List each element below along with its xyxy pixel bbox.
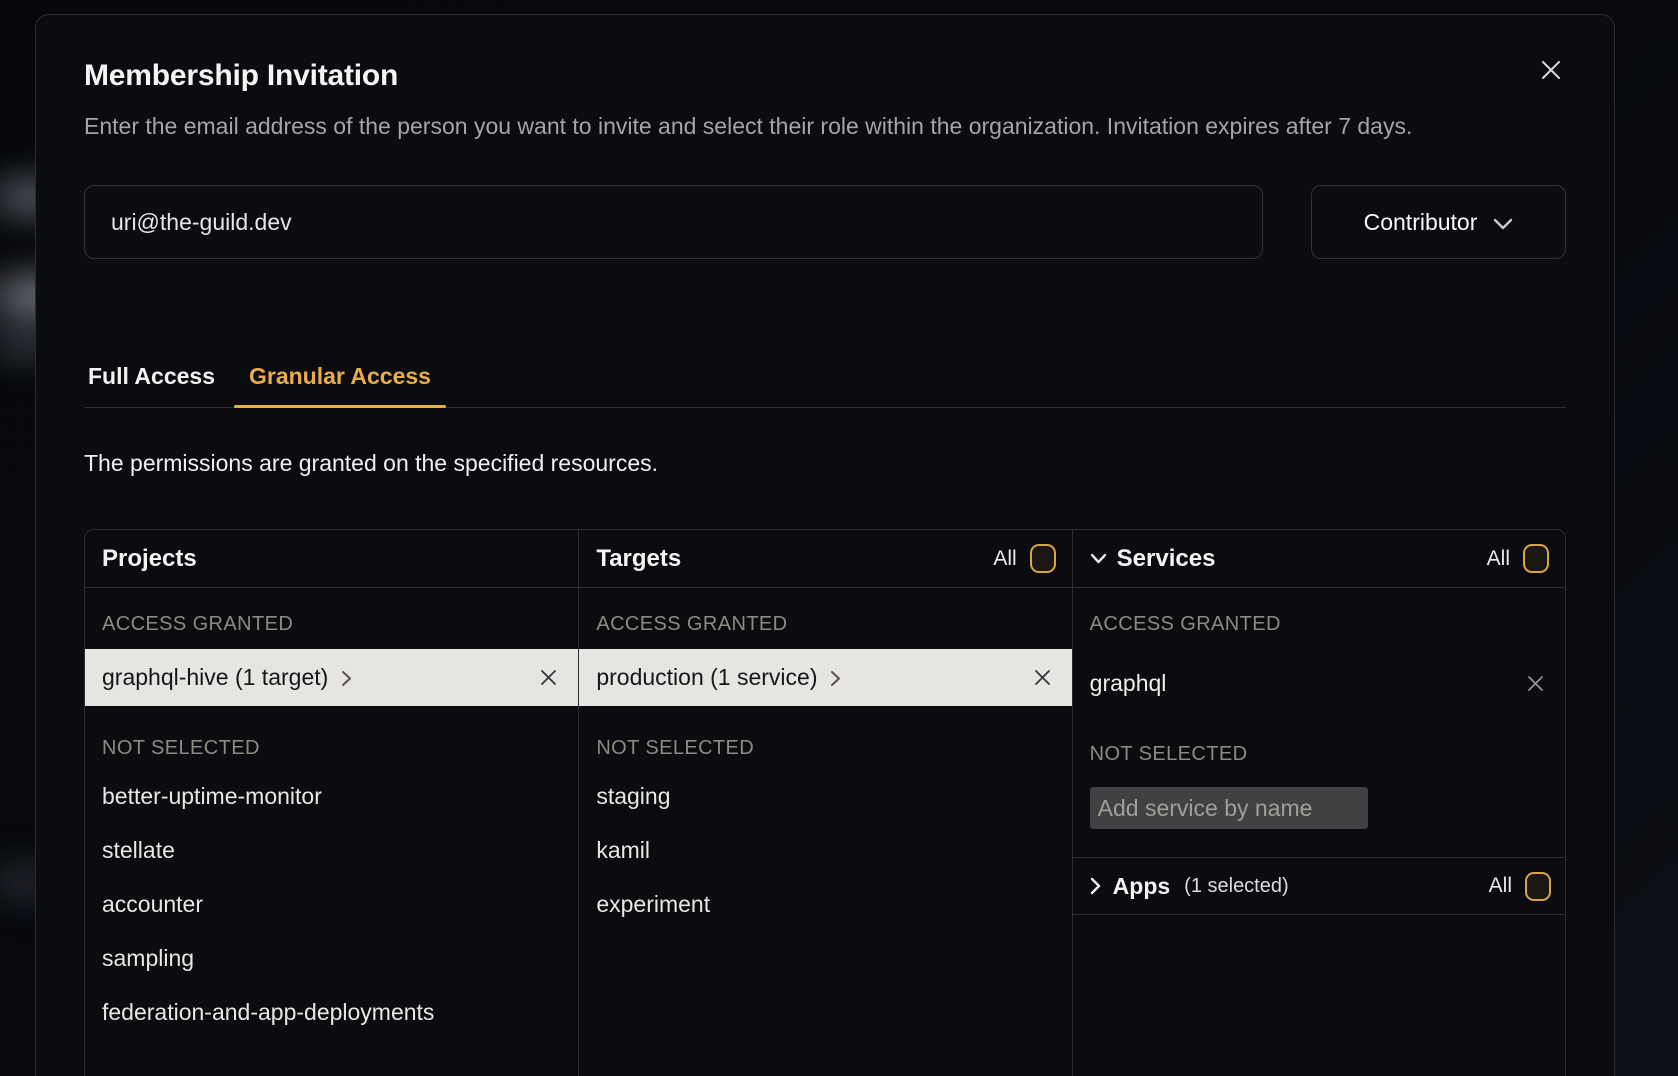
chevron-down-icon — [1493, 218, 1513, 230]
apps-expand-row[interactable]: Apps (1 selected) All — [1073, 857, 1565, 915]
membership-invitation-dialog: Membership Invitation Enter the email ad… — [35, 14, 1615, 1076]
resources-table-body: ACCESS GRANTED graphql-hive (1 target) — [85, 588, 1565, 1076]
apps-all-label: All — [1489, 874, 1512, 898]
service-granted-row[interactable]: graphql — [1073, 655, 1565, 712]
project-item[interactable]: accounter — [85, 877, 578, 931]
service-granted-name: graphql — [1090, 670, 1167, 697]
access-tabs: Full Access Granular Access — [84, 363, 1566, 408]
permissions-note: The permissions are granted on the speci… — [84, 450, 1566, 477]
invite-form-row: Contributor — [84, 185, 1566, 259]
services-all-label: All — [1487, 547, 1510, 571]
apps-all-checkbox[interactable] — [1525, 872, 1551, 901]
target-granted-name: production (1 service) — [596, 664, 817, 691]
chevron-right-icon — [1090, 877, 1101, 895]
dialog-title: Membership Invitation — [84, 59, 1566, 93]
remove-target-button[interactable] — [1031, 666, 1054, 689]
project-granted-name: graphql-hive (1 target) — [102, 664, 328, 691]
role-select[interactable]: Contributor — [1311, 185, 1566, 259]
chevron-right-icon — [341, 670, 352, 687]
apps-title: Apps — [1113, 873, 1171, 900]
project-item[interactable]: stellate — [85, 823, 578, 877]
resources-table-header: Projects Targets All Services All — [85, 530, 1565, 588]
remove-icon — [1526, 674, 1545, 693]
services-not-selected-label: NOT SELECTED — [1073, 743, 1565, 766]
close-button[interactable] — [1534, 53, 1568, 87]
projects-column: ACCESS GRANTED graphql-hive (1 target) — [85, 588, 578, 1076]
project-item[interactable]: federation-and-app-deployments — [85, 985, 578, 1039]
remove-project-button[interactable] — [537, 666, 560, 689]
targets-column: ACCESS GRANTED production (1 service) — [578, 588, 1071, 1076]
projects-not-selected-label: NOT SELECTED — [85, 737, 578, 760]
services-column: ACCESS GRANTED graphql NOT SELECTED — [1072, 588, 1565, 1076]
targets-header: Targets All — [578, 530, 1071, 587]
apps-selected-count: (1 selected) — [1184, 875, 1289, 898]
services-title: Services — [1117, 545, 1216, 573]
target-item[interactable]: staging — [579, 769, 1071, 823]
services-header[interactable]: Services All — [1072, 530, 1565, 587]
projects-access-granted-label: ACCESS GRANTED — [85, 613, 578, 636]
project-item[interactable]: sampling — [85, 931, 578, 985]
target-item[interactable]: experiment — [579, 877, 1071, 931]
projects-title: Projects — [102, 545, 197, 573]
remove-service-button[interactable] — [1524, 672, 1547, 695]
target-granted-row[interactable]: production (1 service) — [579, 649, 1071, 706]
tab-granular-access[interactable]: Granular Access — [234, 363, 446, 407]
targets-all-checkbox[interactable] — [1030, 544, 1056, 573]
tab-full-access[interactable]: Full Access — [84, 363, 230, 407]
remove-icon — [539, 668, 558, 687]
remove-icon — [1033, 668, 1052, 687]
project-item[interactable]: better-uptime-monitor — [85, 769, 578, 823]
close-icon — [1538, 57, 1564, 83]
resources-table: Projects Targets All Services All — [84, 529, 1566, 1076]
targets-not-selected-label: NOT SELECTED — [579, 737, 1071, 760]
services-all-checkbox[interactable] — [1523, 544, 1549, 573]
role-selected-value: Contributor — [1364, 209, 1478, 236]
targets-all-label: All — [993, 547, 1016, 571]
chevron-down-icon — [1090, 553, 1107, 564]
target-item[interactable]: kamil — [579, 823, 1071, 877]
project-granted-row[interactable]: graphql-hive (1 target) — [85, 649, 578, 706]
services-access-granted-label: ACCESS GRANTED — [1073, 613, 1565, 636]
targets-title: Targets — [596, 545, 681, 573]
invite-email-input[interactable] — [84, 185, 1263, 259]
dialog-description: Enter the email address of the person yo… — [84, 107, 1524, 145]
chevron-right-icon — [830, 670, 841, 687]
add-service-input[interactable] — [1090, 787, 1368, 829]
projects-header: Projects — [85, 530, 578, 587]
targets-access-granted-label: ACCESS GRANTED — [579, 613, 1071, 636]
